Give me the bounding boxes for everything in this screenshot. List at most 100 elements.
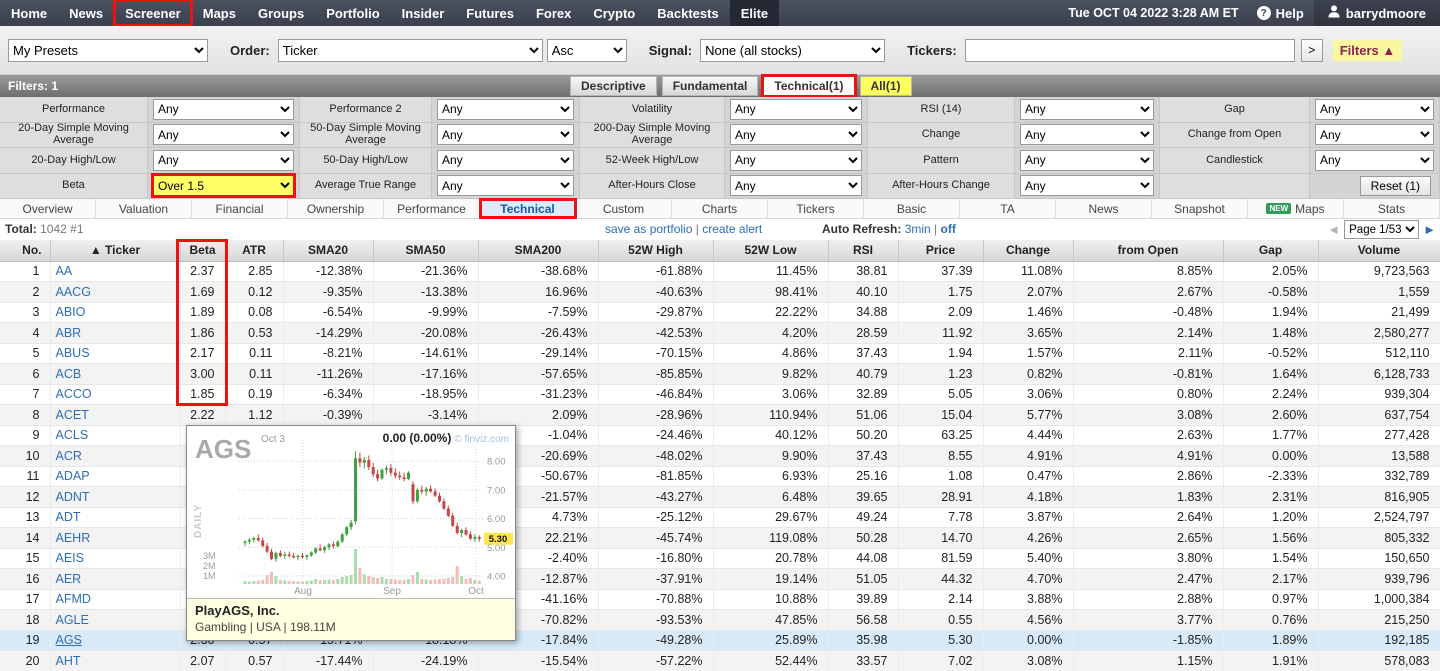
ticker-link-adnt[interactable]: ADNT [56,490,90,504]
view-tab-custom[interactable]: Custom [576,199,672,218]
col-header-ticker[interactable]: ▲ Ticker [50,240,180,261]
filter-select-candlestick[interactable]: Any [1315,150,1434,171]
order-select[interactable]: Ticker [278,39,543,62]
filter-select-change-from-open[interactable]: Any [1315,124,1434,145]
view-tab-ta[interactable]: TA [960,199,1056,218]
filter-select-20-day-high-low[interactable]: Any [153,150,294,171]
page-select[interactable]: Page 1/53 [1344,220,1419,239]
col-header-sma50[interactable]: SMA50 [373,240,478,261]
nav-item-forex[interactable]: Forex [525,0,582,26]
col-header-52w-low[interactable]: 52W Low [713,240,828,261]
tickers-input[interactable] [965,39,1295,62]
view-tab-valuation[interactable]: Valuation [96,199,192,218]
col-header-beta[interactable]: Beta [180,240,225,261]
filter-select-pattern[interactable]: Any [1020,150,1154,171]
ticker-link-acb[interactable]: ACB [56,367,82,381]
tickers-submit-button[interactable]: > [1301,39,1323,62]
nav-item-home[interactable]: Home [0,0,58,26]
reset-filters-button[interactable]: Reset (1) [1360,176,1431,196]
ticker-link-acr[interactable]: ACR [56,449,82,463]
user-menu[interactable]: barrydmoore [1314,0,1440,26]
filter-select-volatility[interactable]: Any [730,99,862,120]
filter-select-50-day-simple-moving-average[interactable]: Any [437,124,574,145]
save-as-portfolio-link[interactable]: save as portfolio [605,222,692,236]
nav-item-screener[interactable]: Screener [114,0,192,26]
nav-item-backtests[interactable]: Backtests [646,0,729,26]
prev-page-arrow[interactable]: ◄ [1327,222,1340,237]
view-tab-technical[interactable]: Technical [480,199,576,218]
ticker-link-acet[interactable]: ACET [56,408,89,422]
nav-item-portfolio[interactable]: Portfolio [315,0,390,26]
col-header-sma200[interactable]: SMA200 [478,240,598,261]
view-tab-tickers[interactable]: Tickers [768,199,864,218]
ticker-link-agle[interactable]: AGLE [56,613,89,627]
filter-select-200-day-simple-moving-average[interactable]: Any [730,124,862,145]
filter-select-20-day-simple-moving-average[interactable]: Any [153,124,294,145]
col-header-from-open[interactable]: from Open [1073,240,1223,261]
view-tab-performance[interactable]: Performance [384,199,480,218]
ticker-link-aht[interactable]: AHT [56,654,81,668]
filter-select-52-week-high-low[interactable]: Any [730,150,862,171]
ticker-link-abr[interactable]: ABR [56,326,82,340]
col-header-gap[interactable]: Gap [1223,240,1318,261]
order-direction-select[interactable]: Asc [547,39,627,62]
nav-item-futures[interactable]: Futures [455,0,525,26]
view-tab-news[interactable]: News [1056,199,1152,218]
filter-tab-technical-1-[interactable]: Technical(1) [763,76,854,96]
filter-select-after-hours-change[interactable]: Any [1020,175,1154,196]
create-alert-link[interactable]: create alert [702,222,762,236]
view-tab-maps[interactable]: NEWMaps [1248,199,1344,218]
ticker-link-ags[interactable]: AGS [56,633,82,647]
nav-item-insider[interactable]: Insider [391,0,456,26]
filter-select-gap[interactable]: Any [1315,99,1434,120]
view-tab-charts[interactable]: Charts [672,199,768,218]
filter-select-performance[interactable]: Any [153,99,294,120]
ticker-link-acco[interactable]: ACCO [56,387,92,401]
col-header-no-[interactable]: No. [0,240,50,261]
filter-select-rsi-14-[interactable]: Any [1020,99,1154,120]
ticker-link-abio[interactable]: ABIO [56,305,86,319]
ticker-link-abus[interactable]: ABUS [56,346,90,360]
col-header-sma20[interactable]: SMA20 [283,240,373,261]
presets-select[interactable]: My Presets [8,39,208,62]
view-tab-financial[interactable]: Financial [192,199,288,218]
ticker-link-adt[interactable]: ADT [56,510,81,524]
nav-item-elite[interactable]: Elite [730,0,779,26]
ticker-link-adap[interactable]: ADAP [56,469,90,483]
view-tab-basic[interactable]: Basic [864,199,960,218]
filter-select-50-day-high-low[interactable]: Any [437,150,574,171]
filters-toggle[interactable]: Filters ▲ [1333,40,1403,61]
view-tab-snapshot[interactable]: Snapshot [1152,199,1248,218]
filter-tab-all-1-[interactable]: All(1) [860,76,912,96]
col-header-price[interactable]: Price [898,240,983,261]
col-header-change[interactable]: Change [983,240,1073,261]
nav-item-maps[interactable]: Maps [192,0,247,26]
nav-item-groups[interactable]: Groups [247,0,315,26]
col-header-rsi[interactable]: RSI [828,240,898,261]
filter-select-performance-2[interactable]: Any [437,99,574,120]
nav-item-crypto[interactable]: Crypto [582,0,646,26]
nav-item-news[interactable]: News [58,0,114,26]
filter-select-after-hours-close[interactable]: Any [730,175,862,196]
filter-tab-fundamental[interactable]: Fundamental [662,76,759,96]
view-tab-ownership[interactable]: Ownership [288,199,384,218]
ticker-link-acls[interactable]: ACLS [56,428,89,442]
auto-refresh-off-link[interactable]: off [941,222,956,236]
view-tab-overview[interactable]: Overview [0,199,96,218]
col-header-volume[interactable]: Volume [1318,240,1440,261]
col-header-atr[interactable]: ATR [225,240,283,261]
filter-tab-descriptive[interactable]: Descriptive [570,76,657,96]
ticker-link-aa[interactable]: AA [56,264,73,278]
filter-select-change[interactable]: Any [1020,124,1154,145]
filter-select-beta[interactable]: Over 1.5 [153,175,294,196]
ticker-link-aeis[interactable]: AEIS [56,551,85,565]
help-button[interactable]: ? Help [1247,0,1314,26]
next-page-arrow[interactable]: ► [1423,222,1436,237]
ticker-link-aehr[interactable]: AEHR [56,531,91,545]
auto-refresh-interval-link[interactable]: 3min [905,222,931,236]
ticker-link-afmd[interactable]: AFMD [56,592,91,606]
col-header-52w-high[interactable]: 52W High [598,240,713,261]
filter-select-average-true-range[interactable]: Any [437,175,574,196]
ticker-link-aacg[interactable]: AACG [56,285,91,299]
ticker-link-aer[interactable]: AER [56,572,82,586]
